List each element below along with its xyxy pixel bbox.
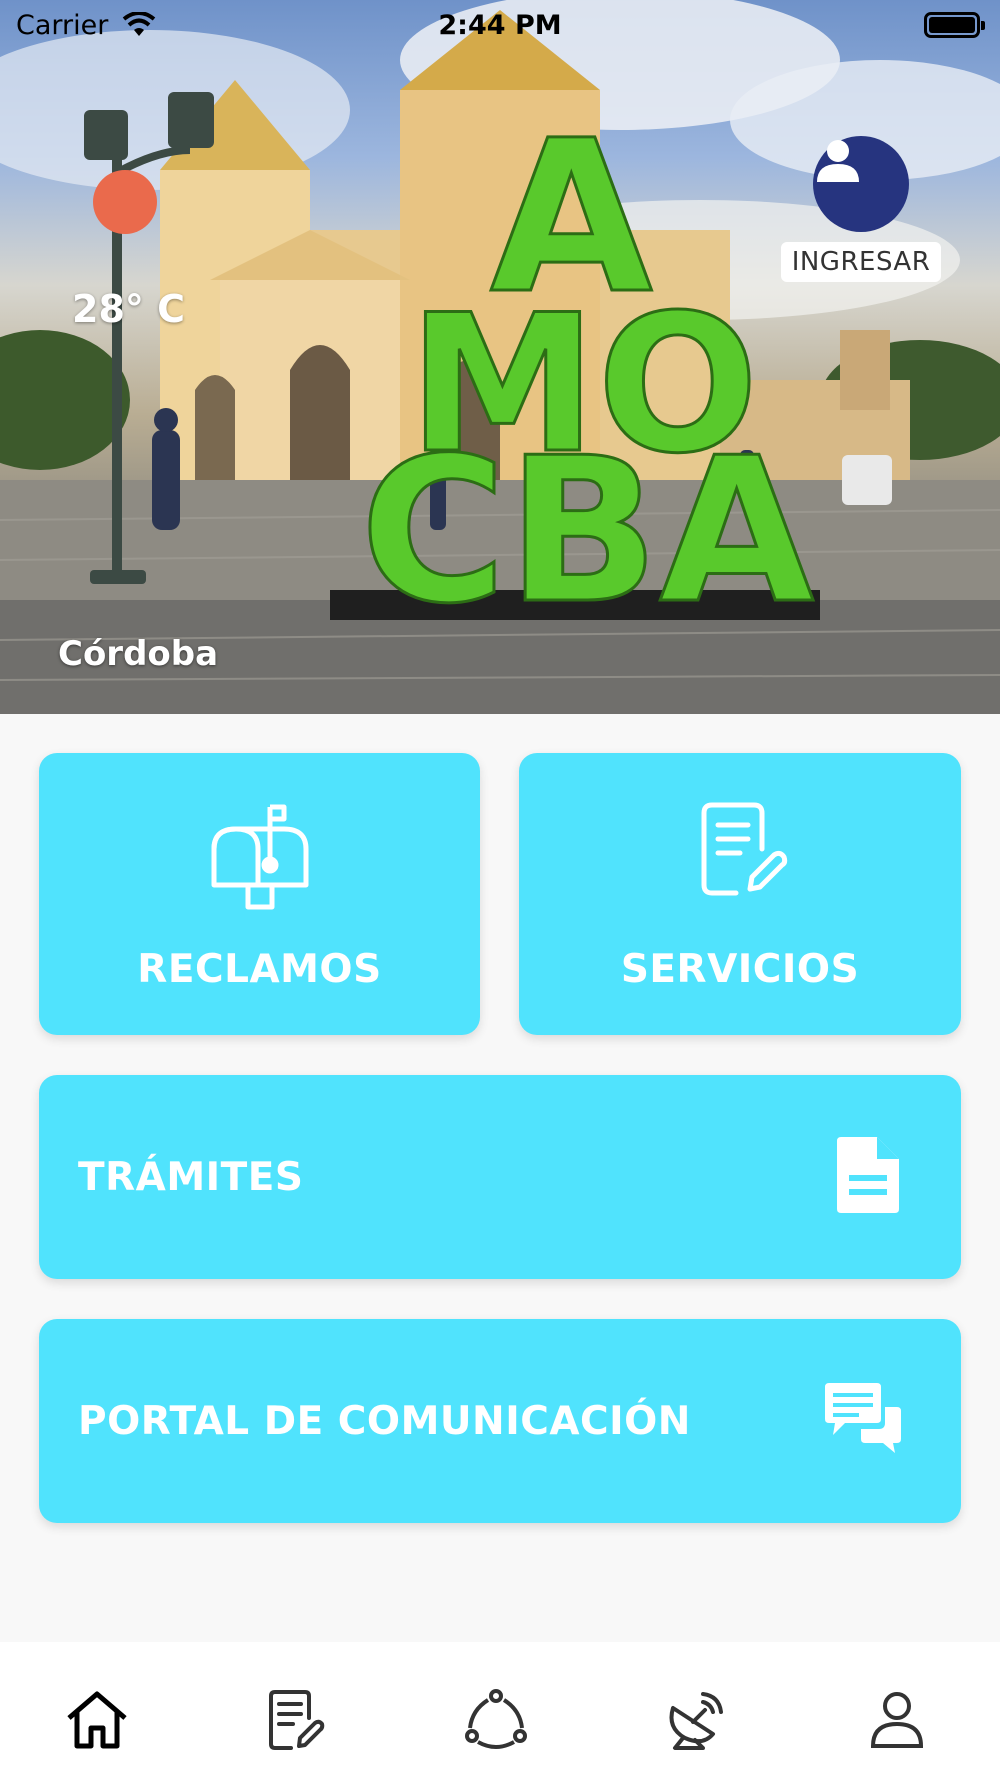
login-button[interactable]: INGRESAR — [781, 242, 941, 282]
home-icon — [65, 1688, 129, 1756]
document-edit-icon — [265, 1688, 325, 1756]
hero-banner: A MO CBA Carrier 2:44 PM 28° C Córdoba I — [0, 0, 1000, 714]
chat-bubbles-icon — [823, 1383, 903, 1459]
share-network-icon — [464, 1688, 528, 1756]
tramites-label: TRÁMITES — [78, 1154, 304, 1200]
temperature-label: 28° C — [72, 287, 185, 331]
servicios-card[interactable]: SERVICIOS — [519, 753, 961, 1035]
nav-home[interactable] — [57, 1682, 137, 1762]
bottom-navigation — [0, 1642, 1000, 1778]
nav-servicios[interactable] — [255, 1682, 335, 1762]
nav-compartir[interactable] — [456, 1682, 536, 1762]
document-edit-icon — [690, 799, 790, 903]
tramites-card[interactable]: TRÁMITES — [39, 1075, 961, 1279]
status-bar: Carrier 2:44 PM — [0, 0, 1000, 50]
login-avatar-button[interactable] — [813, 136, 909, 232]
nav-comunicacion[interactable] — [655, 1682, 735, 1762]
city-label: Córdoba — [58, 634, 219, 674]
portal-label: PORTAL DE COMUNICACIÓN — [78, 1398, 691, 1444]
portal-card[interactable]: PORTAL DE COMUNICACIÓN — [39, 1319, 961, 1523]
status-time: 2:44 PM — [438, 10, 562, 41]
servicios-label: SERVICIOS — [620, 947, 860, 992]
satellite-dish-icon — [663, 1688, 727, 1756]
sculpture-letters-cba: CBA — [360, 415, 814, 648]
mailbox-icon — [204, 799, 316, 915]
battery-icon — [924, 12, 985, 38]
nav-perfil[interactable] — [857, 1682, 937, 1762]
document-icon — [833, 1135, 903, 1219]
reclamos-label: RECLAMOS — [137, 947, 382, 992]
hero-photo: A MO CBA — [0, 0, 1000, 714]
reclamos-card[interactable]: RECLAMOS — [39, 753, 480, 1035]
weather-indicator — [93, 170, 157, 234]
user-icon — [869, 1690, 925, 1754]
